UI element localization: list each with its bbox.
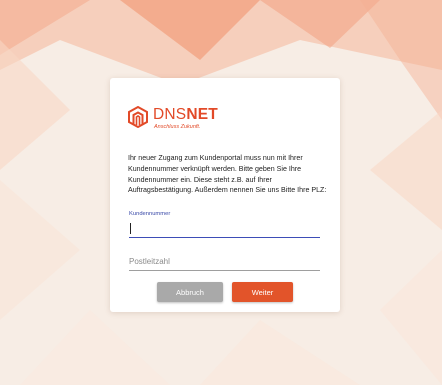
customer-number-label: Kundennummer: [129, 211, 171, 217]
brand-tagline: Anschluss Zukunft.: [154, 124, 201, 130]
brand-name-bold: NET: [186, 106, 218, 123]
next-button[interactable]: Weiter: [232, 282, 293, 302]
cancel-button[interactable]: Abbruch: [157, 282, 223, 302]
dnsnet-logo-icon: [128, 106, 148, 128]
postal-code-input[interactable]: [129, 253, 320, 271]
link-account-dialog: DNSNET Anschluss Zukunft. Ihr neuer Zuga…: [110, 78, 340, 312]
instruction-text: Ihr neuer Zugang zum Kundenportal muss n…: [128, 154, 327, 195]
dnsnet-logo: DNSNET Anschluss Zukunft.: [128, 104, 238, 132]
text-cursor: [130, 223, 131, 234]
brand-name-light: DNS: [153, 106, 187, 123]
brand-name: DNSNET: [153, 107, 218, 123]
customer-number-input[interactable]: [129, 220, 320, 238]
